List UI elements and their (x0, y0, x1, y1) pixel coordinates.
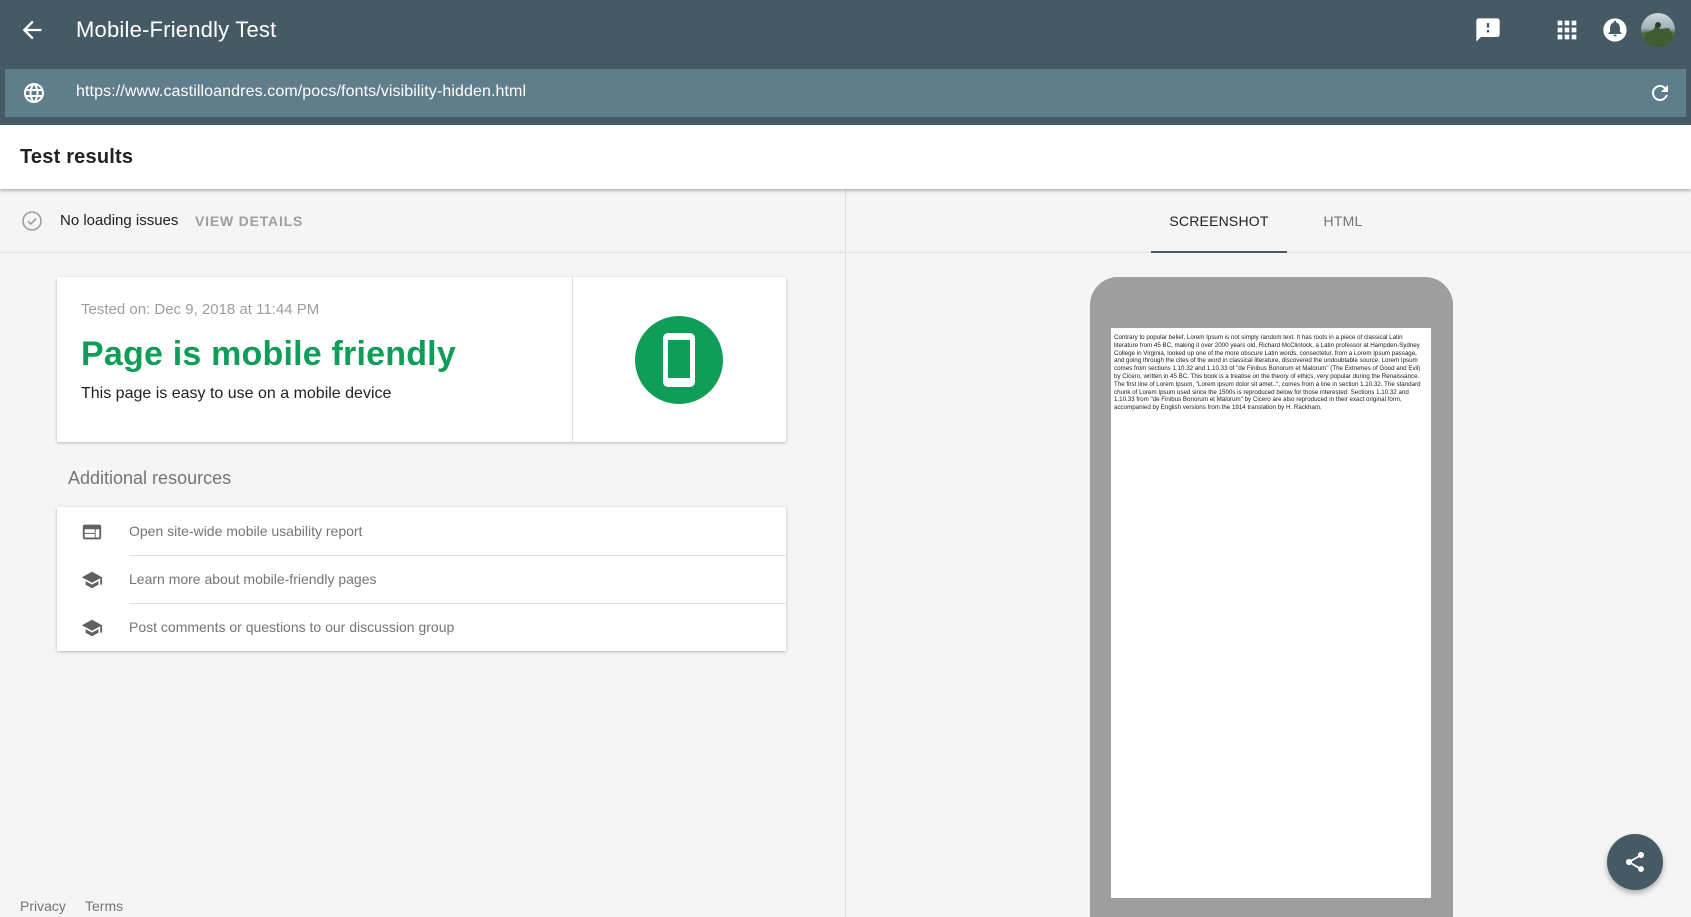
preview-tabs: SCREENSHOT HTML (847, 189, 1691, 253)
rendered-page-text: Contrary to popular belief, Lorem Ipsum … (1114, 334, 1421, 412)
phone-frame: Contrary to popular belief, Lorem Ipsum … (1090, 277, 1453, 917)
school-icon (81, 569, 103, 591)
loading-status-text: No loading issues (60, 212, 179, 229)
verdict-subtitle: This page is easy to use on a mobile dev… (81, 385, 392, 402)
results-header: Test results (0, 125, 1691, 189)
mobile-friendly-result-card: Tested on: Dec 9, 2018 at 11:44 PM Page … (57, 277, 786, 442)
loading-status-row: No loading issues VIEW DETAILS (0, 189, 846, 253)
additional-resources-list: Open site-wide mobile usability report L… (57, 507, 786, 651)
tab-screenshot[interactable]: SCREENSHOT (1151, 189, 1287, 253)
refresh-icon[interactable] (1648, 81, 1672, 105)
preview-panel: SCREENSHOT HTML Contrary to popular beli… (847, 189, 1691, 917)
resource-item-discussion-group[interactable]: Post comments or questions to our discus… (57, 603, 786, 651)
url-text[interactable]: https://www.castilloandres.com/pocs/font… (76, 83, 526, 101)
resource-label: Learn more about mobile-friendly pages (129, 571, 377, 587)
share-button[interactable] (1607, 834, 1663, 890)
web-report-icon (81, 521, 103, 543)
avatar[interactable] (1641, 13, 1675, 47)
additional-resources-title: Additional resources (68, 468, 232, 488)
results-title: Test results (20, 146, 134, 168)
view-details-button[interactable]: VIEW DETAILS (195, 213, 303, 229)
smartphone-icon (635, 316, 723, 404)
feedback-icon[interactable] (1474, 16, 1502, 44)
url-bar[interactable]: https://www.castilloandres.com/pocs/font… (5, 69, 1686, 117)
card-divider (572, 277, 573, 442)
terms-link[interactable]: Terms (85, 898, 123, 914)
privacy-link[interactable]: Privacy (20, 898, 66, 914)
school-icon (81, 617, 103, 639)
resource-item-learn-more[interactable]: Learn more about mobile-friendly pages (57, 555, 786, 603)
globe-icon (22, 81, 46, 105)
resource-item-usability-report[interactable]: Open site-wide mobile usability report (57, 507, 786, 555)
check-circle-icon (20, 209, 44, 233)
app-title: Mobile-Friendly Test (76, 17, 277, 42)
resource-label: Post comments or questions to our discus… (129, 619, 455, 635)
resource-label: Open site-wide mobile usability report (129, 523, 363, 539)
apps-grid-icon[interactable] (1553, 16, 1581, 44)
rendered-page-screenshot: Contrary to popular belief, Lorem Ipsum … (1111, 328, 1431, 898)
tab-html[interactable]: HTML (1299, 189, 1387, 253)
app-header: Mobile-Friendly Test https://www.castill… (0, 0, 1691, 125)
share-icon (1626, 852, 1644, 872)
notifications-icon[interactable] (1601, 16, 1629, 44)
results-panel: No loading issues VIEW DETAILS Tested on… (0, 189, 846, 917)
back-arrow-icon[interactable] (18, 16, 46, 44)
tested-on-date: Tested on: Dec 9, 2018 at 11:44 PM (81, 301, 320, 318)
top-toolbar: Mobile-Friendly Test (0, 0, 1691, 61)
verdict-heading: Page is mobile friendly (81, 335, 456, 373)
